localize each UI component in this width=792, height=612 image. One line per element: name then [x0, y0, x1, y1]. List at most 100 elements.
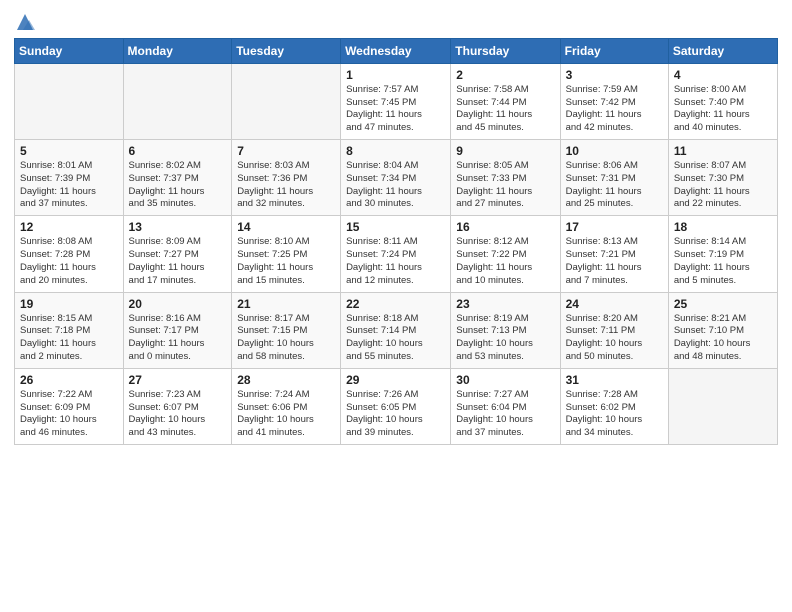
calendar-cell: 14 Sunrise: 8:10 AM Sunset: 7:25 PM Dayli… [232, 216, 341, 292]
day-detail: Sunrise: 7:22 AM Sunset: 6:09 PM Dayligh… [20, 389, 118, 440]
day-detail: Sunrise: 8:09 AM Sunset: 7:27 PM Dayligh… [129, 236, 227, 287]
calendar-week-1: 1 Sunrise: 7:57 AM Sunset: 7:45 PM Daylig… [15, 63, 778, 139]
day-detail: Sunrise: 8:18 AM Sunset: 7:14 PM Dayligh… [346, 313, 445, 364]
day-number: 14 [237, 220, 335, 234]
day-detail: Sunrise: 8:04 AM Sunset: 7:34 PM Dayligh… [346, 160, 445, 211]
day-number: 21 [237, 297, 335, 311]
day-detail: Sunrise: 8:06 AM Sunset: 7:31 PM Dayligh… [566, 160, 663, 211]
day-number: 11 [674, 144, 772, 158]
day-number: 31 [566, 373, 663, 387]
day-detail: Sunrise: 8:19 AM Sunset: 7:13 PM Dayligh… [456, 313, 554, 364]
day-detail: Sunrise: 8:13 AM Sunset: 7:21 PM Dayligh… [566, 236, 663, 287]
day-detail: Sunrise: 8:14 AM Sunset: 7:19 PM Dayligh… [674, 236, 772, 287]
calendar-cell: 26 Sunrise: 7:22 AM Sunset: 6:09 PM Dayli… [15, 368, 124, 444]
calendar-cell: 1 Sunrise: 7:57 AM Sunset: 7:45 PM Daylig… [341, 63, 451, 139]
weekday-header-tuesday: Tuesday [232, 38, 341, 63]
calendar-cell: 19Sunrise: 8:15 AM Sunset: 7:18 PM Dayli… [15, 292, 124, 368]
day-detail: Sunrise: 8:21 AM Sunset: 7:10 PM Dayligh… [674, 313, 772, 364]
calendar-cell: 12Sunrise: 8:08 AM Sunset: 7:28 PM Dayli… [15, 216, 124, 292]
day-number: 29 [346, 373, 445, 387]
calendar-cell: 9Sunrise: 8:05 AM Sunset: 7:33 PM Daylig… [451, 140, 560, 216]
calendar-cell: 11 Sunrise: 8:07 AM Sunset: 7:30 PM Dayli… [668, 140, 777, 216]
calendar-cell: 28Sunrise: 7:24 AM Sunset: 6:06 PM Dayli… [232, 368, 341, 444]
day-detail: Sunrise: 7:28 AM Sunset: 6:02 PM Dayligh… [566, 389, 663, 440]
calendar-cell: 4 Sunrise: 8:00 AM Sunset: 7:40 PM Daylig… [668, 63, 777, 139]
day-number: 16 [456, 220, 554, 234]
day-detail: Sunrise: 7:23 AM Sunset: 6:07 PM Dayligh… [129, 389, 227, 440]
day-number: 2 [456, 68, 554, 82]
day-number: 30 [456, 373, 554, 387]
weekday-header-monday: Monday [123, 38, 232, 63]
day-detail: Sunrise: 8:17 AM Sunset: 7:15 PM Dayligh… [237, 313, 335, 364]
calendar-week-4: 19Sunrise: 8:15 AM Sunset: 7:18 PM Dayli… [15, 292, 778, 368]
day-number: 15 [346, 220, 445, 234]
calendar-cell: 7Sunrise: 8:03 AM Sunset: 7:36 PM Daylig… [232, 140, 341, 216]
calendar-cell [232, 63, 341, 139]
day-detail: Sunrise: 7:59 AM Sunset: 7:42 PM Dayligh… [566, 84, 663, 135]
day-detail: Sunrise: 7:57 AM Sunset: 7:45 PM Dayligh… [346, 84, 445, 135]
day-detail: Sunrise: 7:27 AM Sunset: 6:04 PM Dayligh… [456, 389, 554, 440]
day-detail: Sunrise: 7:58 AM Sunset: 7:44 PM Dayligh… [456, 84, 554, 135]
day-number: 22 [346, 297, 445, 311]
header [14, 10, 778, 32]
calendar-week-5: 26 Sunrise: 7:22 AM Sunset: 6:09 PM Dayli… [15, 368, 778, 444]
day-number: 20 [129, 297, 227, 311]
day-number: 1 [346, 68, 445, 82]
calendar-cell: 23 Sunrise: 8:19 AM Sunset: 7:13 PM Dayli… [451, 292, 560, 368]
calendar-cell: 5 Sunrise: 8:01 AM Sunset: 7:39 PM Daylig… [15, 140, 124, 216]
calendar-cell: 17 Sunrise: 8:13 AM Sunset: 7:21 PM Dayli… [560, 216, 668, 292]
calendar-cell: 20 Sunrise: 8:16 AM Sunset: 7:17 PM Dayli… [123, 292, 232, 368]
day-number: 23 [456, 297, 554, 311]
logo-icon [15, 12, 35, 32]
calendar-cell: 25Sunrise: 8:21 AM Sunset: 7:10 PM Dayli… [668, 292, 777, 368]
day-number: 3 [566, 68, 663, 82]
day-detail: Sunrise: 8:08 AM Sunset: 7:28 PM Dayligh… [20, 236, 118, 287]
day-detail: Sunrise: 8:01 AM Sunset: 7:39 PM Dayligh… [20, 160, 118, 211]
day-number: 5 [20, 144, 118, 158]
day-number: 26 [20, 373, 118, 387]
calendar-cell: 24 Sunrise: 8:20 AM Sunset: 7:11 PM Dayli… [560, 292, 668, 368]
calendar-cell: 15 Sunrise: 8:11 AM Sunset: 7:24 PM Dayli… [341, 216, 451, 292]
calendar-cell: 13 Sunrise: 8:09 AM Sunset: 7:27 PM Dayli… [123, 216, 232, 292]
weekday-header-saturday: Saturday [668, 38, 777, 63]
day-number: 27 [129, 373, 227, 387]
day-detail: Sunrise: 8:12 AM Sunset: 7:22 PM Dayligh… [456, 236, 554, 287]
day-detail: Sunrise: 8:20 AM Sunset: 7:11 PM Dayligh… [566, 313, 663, 364]
calendar-cell [668, 368, 777, 444]
calendar-cell: 3 Sunrise: 7:59 AM Sunset: 7:42 PM Daylig… [560, 63, 668, 139]
logo [14, 10, 35, 32]
day-number: 24 [566, 297, 663, 311]
day-number: 13 [129, 220, 227, 234]
calendar-cell: 16 Sunrise: 8:12 AM Sunset: 7:22 PM Dayli… [451, 216, 560, 292]
calendar-cell: 18 Sunrise: 8:14 AM Sunset: 7:19 PM Dayli… [668, 216, 777, 292]
calendar-cell: 22 Sunrise: 8:18 AM Sunset: 7:14 PM Dayli… [341, 292, 451, 368]
calendar-cell: 8 Sunrise: 8:04 AM Sunset: 7:34 PM Daylig… [341, 140, 451, 216]
day-number: 4 [674, 68, 772, 82]
day-number: 18 [674, 220, 772, 234]
day-detail: Sunrise: 8:11 AM Sunset: 7:24 PM Dayligh… [346, 236, 445, 287]
day-detail: Sunrise: 8:16 AM Sunset: 7:17 PM Dayligh… [129, 313, 227, 364]
calendar-cell: 2 Sunrise: 7:58 AM Sunset: 7:44 PM Daylig… [451, 63, 560, 139]
calendar-cell: 6Sunrise: 8:02 AM Sunset: 7:37 PM Daylig… [123, 140, 232, 216]
day-number: 10 [566, 144, 663, 158]
day-detail: Sunrise: 8:07 AM Sunset: 7:30 PM Dayligh… [674, 160, 772, 211]
day-number: 19 [20, 297, 118, 311]
day-number: 8 [346, 144, 445, 158]
calendar-week-2: 5 Sunrise: 8:01 AM Sunset: 7:39 PM Daylig… [15, 140, 778, 216]
day-detail: Sunrise: 8:03 AM Sunset: 7:36 PM Dayligh… [237, 160, 335, 211]
calendar-week-3: 12Sunrise: 8:08 AM Sunset: 7:28 PM Dayli… [15, 216, 778, 292]
day-detail: Sunrise: 7:24 AM Sunset: 6:06 PM Dayligh… [237, 389, 335, 440]
page-container: SundayMondayTuesdayWednesdayThursdayFrid… [0, 0, 792, 453]
calendar-cell: 30 Sunrise: 7:27 AM Sunset: 6:04 PM Dayli… [451, 368, 560, 444]
day-detail: Sunrise: 8:10 AM Sunset: 7:25 PM Dayligh… [237, 236, 335, 287]
weekday-header-wednesday: Wednesday [341, 38, 451, 63]
day-detail: Sunrise: 8:00 AM Sunset: 7:40 PM Dayligh… [674, 84, 772, 135]
weekday-header-friday: Friday [560, 38, 668, 63]
calendar-cell: 10 Sunrise: 8:06 AM Sunset: 7:31 PM Dayli… [560, 140, 668, 216]
calendar-cell: 27 Sunrise: 7:23 AM Sunset: 6:07 PM Dayli… [123, 368, 232, 444]
day-number: 6 [129, 144, 227, 158]
day-number: 17 [566, 220, 663, 234]
calendar-cell [15, 63, 124, 139]
day-detail: Sunrise: 7:26 AM Sunset: 6:05 PM Dayligh… [346, 389, 445, 440]
calendar-table: SundayMondayTuesdayWednesdayThursdayFrid… [14, 38, 778, 445]
